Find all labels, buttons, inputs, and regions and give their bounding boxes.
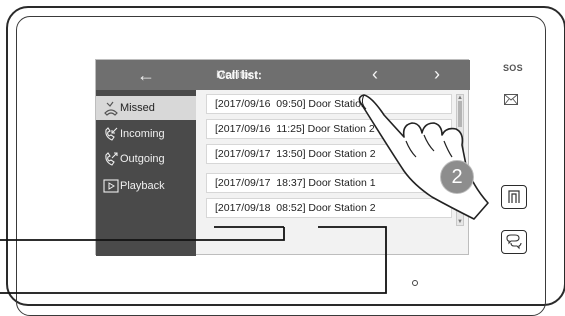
sidebar-item-playback[interactable]: Playback xyxy=(96,174,196,198)
sidebar: Missed Incoming Outgoing Playback xyxy=(96,90,196,256)
envelope-icon[interactable] xyxy=(504,94,518,105)
door-unlock-icon xyxy=(508,190,520,203)
incoming-call-icon xyxy=(105,127,118,141)
hand-pointer-icon xyxy=(358,94,489,220)
page-title: Call list: xyxy=(217,68,262,82)
talk-button[interactable] xyxy=(501,230,527,254)
sidebar-item-missed[interactable]: Missed xyxy=(96,96,196,120)
sidebar-item-label: Playback xyxy=(120,180,165,192)
unlock-button[interactable] xyxy=(501,185,527,209)
chevron-left-icon[interactable]: ‹ xyxy=(372,64,378,84)
sidebar-item-outgoing[interactable]: Outgoing xyxy=(96,147,196,171)
chevron-right-icon[interactable]: › xyxy=(434,64,440,84)
sidebar-item-label: Outgoing xyxy=(120,153,165,165)
playback-icon xyxy=(103,179,119,193)
back-arrow-icon[interactable]: ← xyxy=(136,65,156,85)
sidebar-item-label: Incoming xyxy=(120,128,165,140)
sidebar-item-label: Missed xyxy=(120,102,155,114)
outgoing-call-icon xyxy=(105,152,118,166)
chat-bubble-icon xyxy=(506,234,522,250)
missed-call-icon xyxy=(104,101,118,116)
step-number-badge: 2 xyxy=(440,160,474,194)
microphone-hole xyxy=(412,280,418,286)
sos-label: SOS xyxy=(503,63,523,73)
sidebar-item-incoming[interactable]: Incoming xyxy=(96,122,196,146)
